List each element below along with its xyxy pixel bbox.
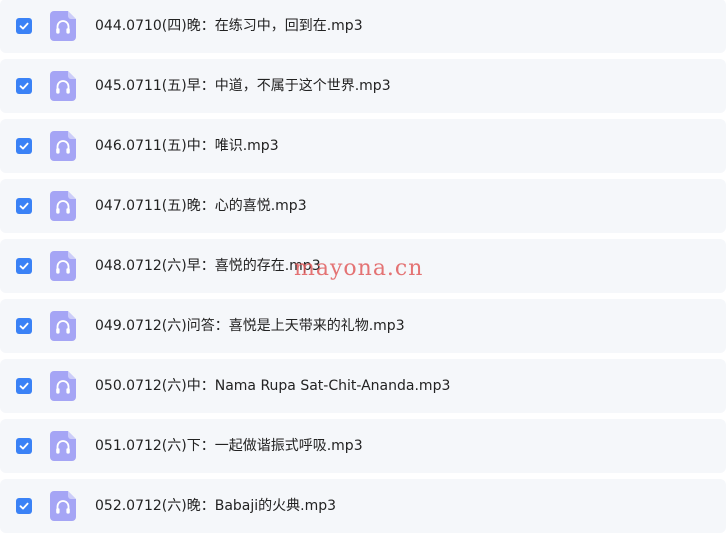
check-icon	[19, 22, 29, 30]
file-row[interactable]: 045.0711(五)早：中道，不属于这个世界.mp3	[0, 59, 726, 113]
file-name[interactable]: 046.0711(五)中：唯识.mp3	[95, 136, 279, 156]
file-checkbox[interactable]	[16, 138, 32, 154]
headphones-icon[interactable]	[50, 491, 76, 521]
file-row[interactable]: 049.0712(六)问答：喜悦是上天带来的礼物.mp3	[0, 299, 726, 353]
file-row[interactable]: 047.0711(五)晚：心的喜悦.mp3	[0, 179, 726, 233]
file-name[interactable]: 048.0712(六)早：喜悦的存在.mp3	[95, 256, 321, 276]
file-name[interactable]: 044.0710(四)晚：在练习中，回到在.mp3	[95, 16, 363, 36]
file-row[interactable]: 048.0712(六)早：喜悦的存在.mp3	[0, 239, 726, 293]
file-name[interactable]: 050.0712(六)中：Nama Rupa Sat-Chit-Ananda.m…	[95, 376, 450, 396]
check-icon	[19, 382, 29, 390]
check-icon	[19, 202, 29, 210]
file-row[interactable]: 051.0712(六)下：一起做谐振式呼吸.mp3	[0, 419, 726, 473]
file-list: 044.0710(四)晚：在练习中，回到在.mp3 045.0711(五)早：中道…	[0, 0, 726, 539]
file-checkbox[interactable]	[16, 498, 32, 514]
file-name[interactable]: 051.0712(六)下：一起做谐振式呼吸.mp3	[95, 436, 363, 456]
check-icon	[19, 262, 29, 270]
headphones-icon[interactable]	[50, 191, 76, 221]
headphones-icon[interactable]	[50, 311, 76, 341]
file-checkbox[interactable]	[16, 318, 32, 334]
headphones-icon[interactable]	[50, 251, 76, 281]
file-checkbox[interactable]	[16, 378, 32, 394]
headphones-icon[interactable]	[50, 371, 76, 401]
file-checkbox[interactable]	[16, 18, 32, 34]
check-icon	[19, 442, 29, 450]
file-checkbox[interactable]	[16, 258, 32, 274]
file-name[interactable]: 049.0712(六)问答：喜悦是上天带来的礼物.mp3	[95, 316, 405, 336]
file-name[interactable]: 045.0711(五)早：中道，不属于这个世界.mp3	[95, 76, 391, 96]
file-row[interactable]: 052.0712(六)晚：Babaji的火典.mp3	[0, 479, 726, 533]
file-checkbox[interactable]	[16, 438, 32, 454]
check-icon	[19, 502, 29, 510]
check-icon	[19, 82, 29, 90]
check-icon	[19, 142, 29, 150]
file-row[interactable]: 050.0712(六)中：Nama Rupa Sat-Chit-Ananda.m…	[0, 359, 726, 413]
headphones-icon[interactable]	[50, 71, 76, 101]
headphones-icon[interactable]	[50, 431, 76, 461]
file-name[interactable]: 052.0712(六)晚：Babaji的火典.mp3	[95, 496, 336, 516]
file-name[interactable]: 047.0711(五)晚：心的喜悦.mp3	[95, 196, 307, 216]
file-row[interactable]: 046.0711(五)中：唯识.mp3	[0, 119, 726, 173]
file-checkbox[interactable]	[16, 198, 32, 214]
file-row[interactable]: 044.0710(四)晚：在练习中，回到在.mp3	[0, 0, 726, 53]
headphones-icon[interactable]	[50, 11, 76, 41]
headphones-icon[interactable]	[50, 131, 76, 161]
check-icon	[19, 322, 29, 330]
file-checkbox[interactable]	[16, 78, 32, 94]
